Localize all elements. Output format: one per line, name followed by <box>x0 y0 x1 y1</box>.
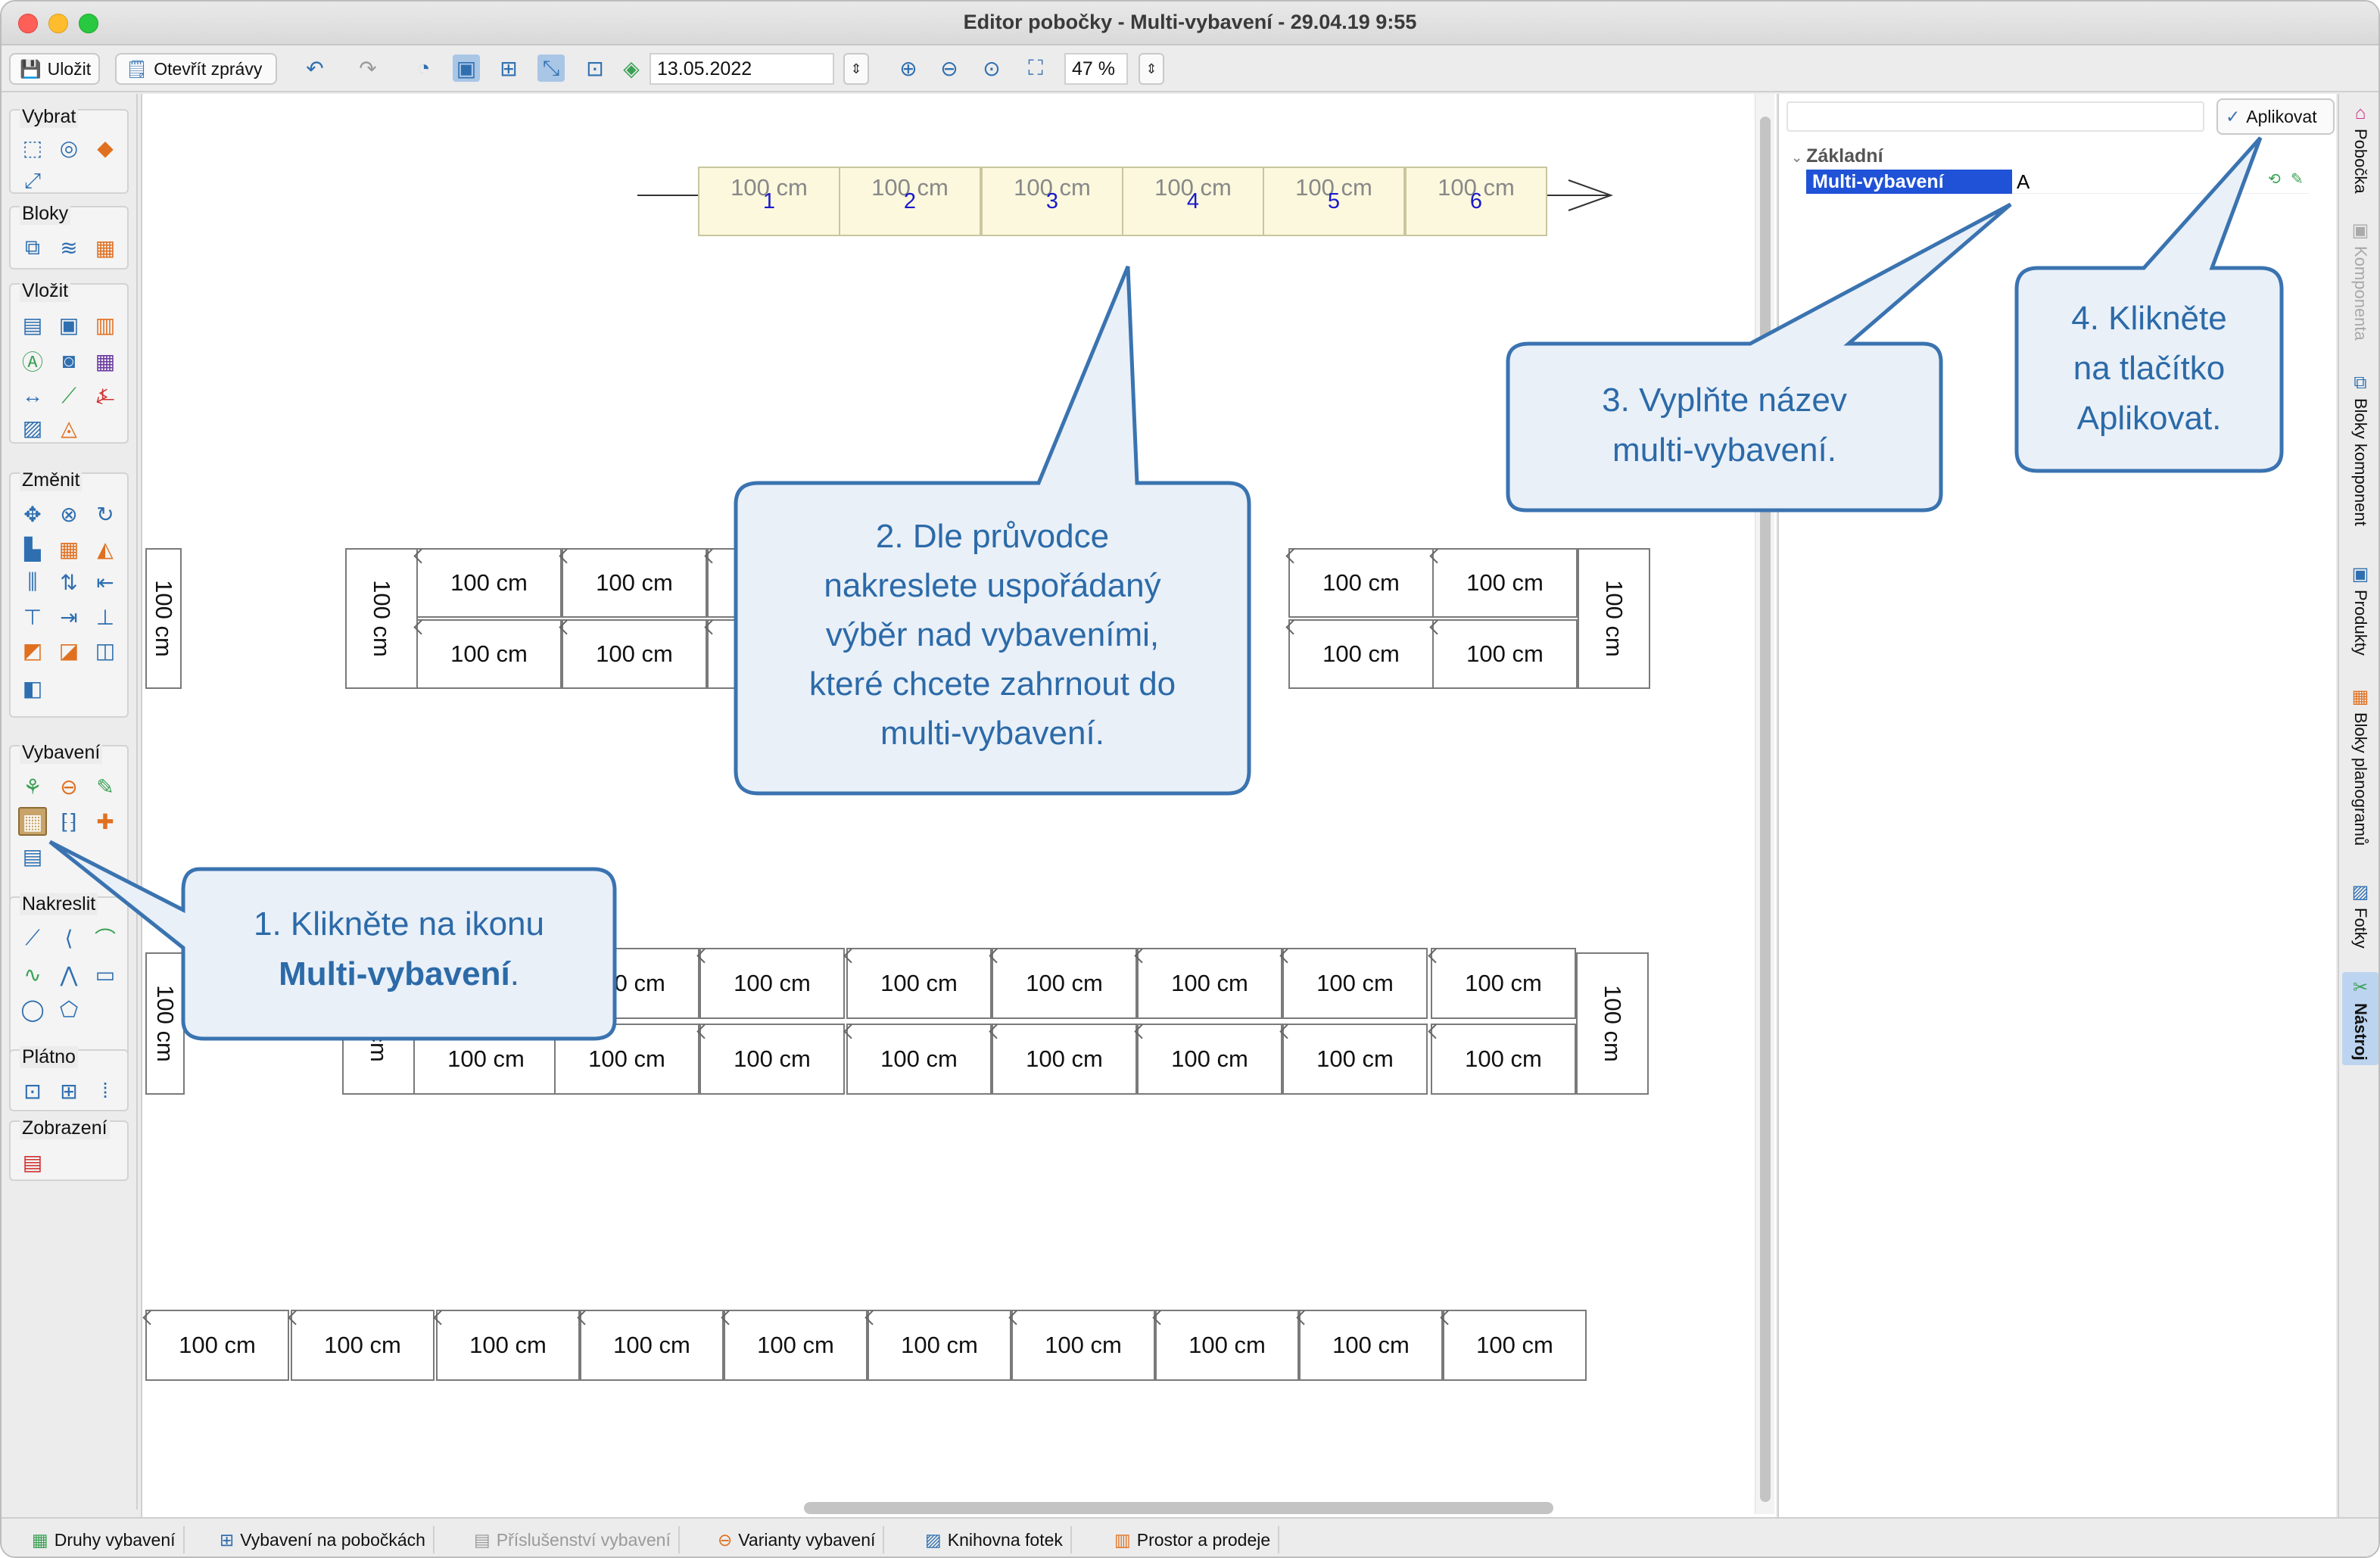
app-window: Editor pobočky - Multi-vybavení - 29.04.… <box>0 0 2380 1558</box>
callout-2-text: 2. Dle průvodce nakreslete uspořádaný vý… <box>736 512 1249 759</box>
callout-1-bold: Multi-vybavení <box>279 955 510 992</box>
callout-4-line: 4. Klikněte <box>2071 300 2227 337</box>
callout-3-line: 3. Vyplňte název <box>1602 382 1847 419</box>
callout-1-prefix: 1. Klikněte na ikonu <box>253 905 545 943</box>
callout-3-text: 3. Vyplňte název multi-vybavení. <box>1508 375 1941 475</box>
callout-4-line: na tlačítko <box>2073 350 2226 387</box>
callout-4-line: Aplikovat. <box>2076 400 2222 437</box>
callout-4-text: 4. Klikněte na tlačítko Aplikovat. <box>2017 294 2282 444</box>
callout-3-line: multi-vybavení. <box>1612 432 1836 469</box>
callout-2-line: 2. Dle průvodce <box>875 518 1110 555</box>
callout-layer <box>48 136 2284 1041</box>
callout-2-line: které chcete zahrnout do <box>808 665 1176 703</box>
callout-1-suffix: . <box>509 955 519 992</box>
callout-2-line: výběr nad vybaveními, <box>825 616 1160 654</box>
callout-1-text: 1. Klikněte na ikonu Multi-vybavení. <box>183 899 615 999</box>
callout-2-line: multi-vybavení. <box>880 715 1104 753</box>
callout-2-line: nakreslete uspořádaný <box>824 567 1161 605</box>
